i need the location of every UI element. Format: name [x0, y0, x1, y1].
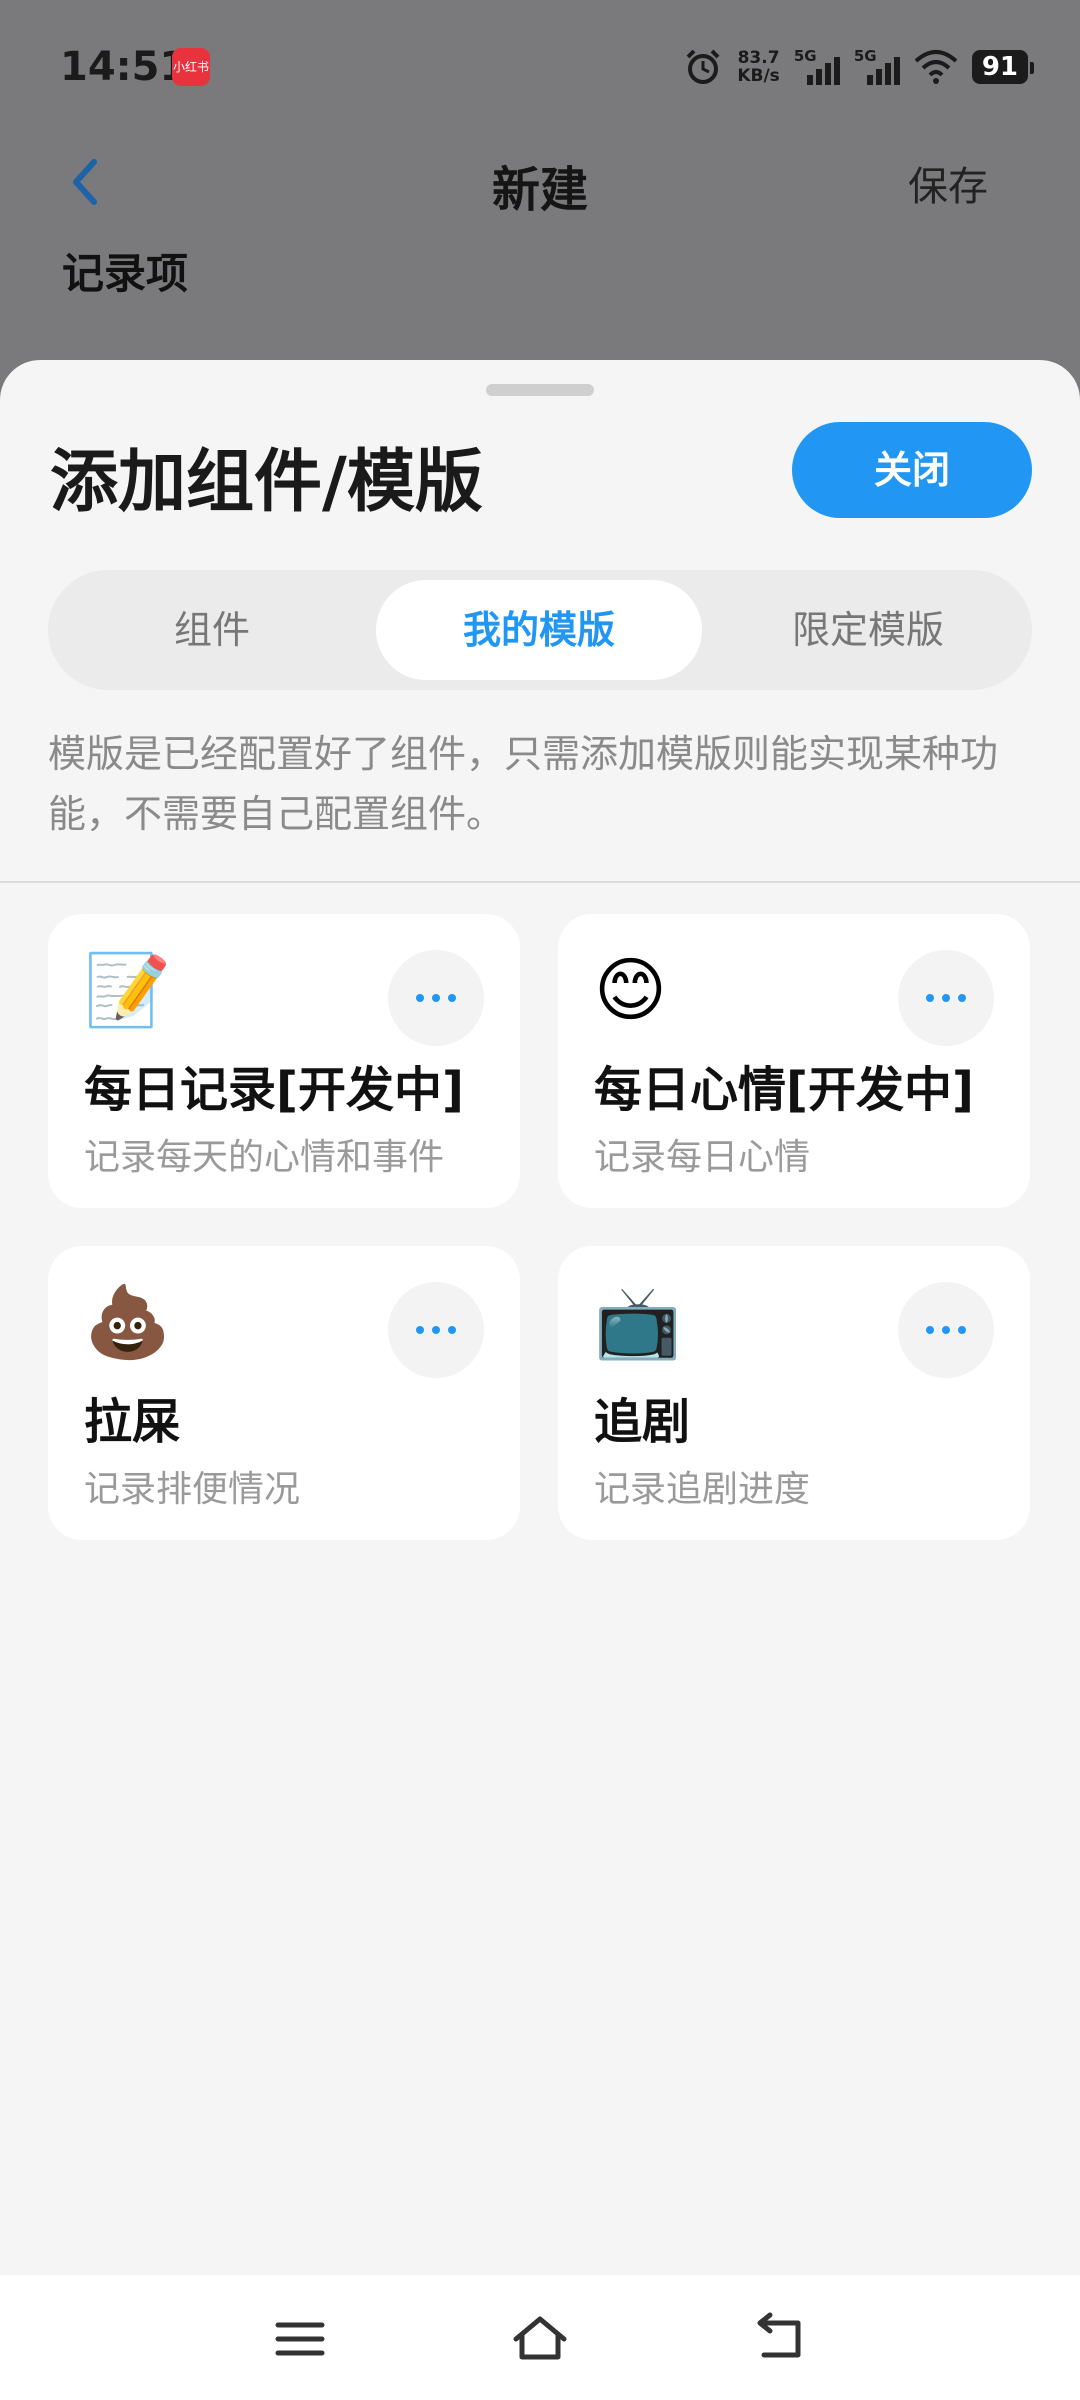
template-card-tv-series[interactable]: 📺 追剧 记录追剧进度	[558, 1246, 1030, 1540]
wifi-icon	[914, 50, 958, 84]
template-description: 记录排便情况	[84, 1469, 301, 1510]
close-button[interactable]: 关闭	[792, 422, 1032, 518]
template-description: 记录每日心情	[594, 1137, 811, 1178]
status-icons: 83.7 KB/s 5G 5G 91	[683, 42, 1035, 92]
bottom-sheet: 添加组件/模版 关闭 组件 我的模版 限定模版 模版是已经配置好了组件，只需添加…	[0, 360, 1080, 2275]
memo-icon: 📝	[84, 949, 172, 1031]
more-options-button[interactable]	[388, 1282, 484, 1378]
template-card-daily-record[interactable]: 📝 每日记录[开发中] 记录每天的心情和事件	[48, 914, 520, 1208]
template-name: 每日心情[开发中]	[594, 1062, 974, 1118]
tab-limited-templates[interactable]: 限定模版	[704, 570, 1032, 690]
tab-my-templates[interactable]: 我的模版	[376, 580, 702, 680]
app-notification-icon: 小红书	[172, 48, 210, 86]
template-name: 拉屎	[84, 1394, 181, 1450]
cellular-signal-icon: 5G	[794, 47, 840, 87]
back-icon[interactable]	[750, 2309, 810, 2369]
more-options-button[interactable]	[898, 950, 994, 1046]
template-card-daily-mood[interactable]: 😊 每日心情[开发中] 记录每日心情	[558, 914, 1030, 1208]
template-card-bowel[interactable]: 💩 拉屎 记录排便情况	[48, 1246, 520, 1540]
more-options-button[interactable]	[388, 950, 484, 1046]
template-name: 追剧	[594, 1394, 691, 1450]
cellular-signal-icon: 5G	[854, 47, 900, 87]
alarm-icon	[686, 49, 720, 84]
network-speed: 83.7 KB/s	[737, 48, 780, 86]
home-icon[interactable]	[510, 2309, 570, 2369]
sheet-title: 添加组件/模版	[50, 443, 483, 522]
divider	[0, 881, 1080, 883]
template-name: 每日记录[开发中]	[84, 1062, 464, 1118]
section-label: 记录项	[62, 249, 189, 298]
drag-handle[interactable]	[486, 384, 594, 396]
television-icon: 📺	[594, 1281, 682, 1363]
battery-indicator: 91	[971, 50, 1035, 84]
system-navigation-bar	[0, 2275, 1080, 2400]
template-description: 记录追剧进度	[594, 1469, 811, 1510]
status-time: 14:51	[60, 44, 188, 90]
menu-icon[interactable]	[270, 2309, 330, 2369]
smiling-face-icon: 😊	[594, 949, 667, 1031]
templates-description: 模版是已经配置好了组件，只需添加模版则能实现某种功能，不需要自己配置组件。	[48, 732, 999, 836]
poop-icon: 💩	[84, 1281, 172, 1363]
more-options-button[interactable]	[898, 1282, 994, 1378]
save-button[interactable]: 保存	[908, 154, 988, 212]
tab-bar: 组件 我的模版 限定模版	[48, 570, 1032, 690]
tab-components[interactable]: 组件	[48, 570, 376, 690]
status-bar: 14:51 小红书 83.7 KB/s 5G 5G 91	[0, 0, 1080, 130]
template-description: 记录每天的心情和事件	[84, 1137, 445, 1178]
